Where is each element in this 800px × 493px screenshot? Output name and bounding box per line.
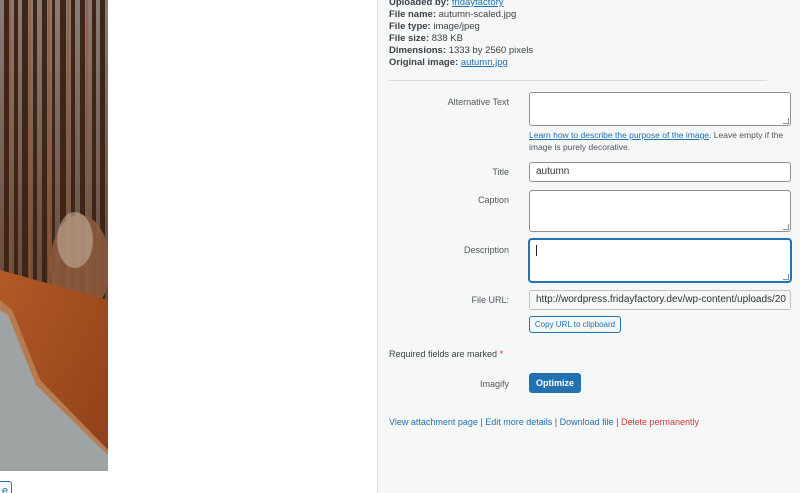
imagify-label: Imagify (479, 379, 509, 389)
title-label: Title (492, 167, 509, 177)
description-textarea[interactable] (529, 239, 791, 282)
file-size-value: 838 KB (431, 33, 463, 44)
download-file-link[interactable]: Download file (560, 417, 614, 427)
edit-image-button[interactable]: e (0, 481, 12, 493)
original-image-link[interactable]: autumn.jpg (461, 57, 508, 68)
attachment-actions: View attachment page | Edit more details… (389, 417, 699, 427)
edit-details-link[interactable]: Edit more details (485, 417, 552, 427)
alt-text-help: Learn how to describe the purpose of the… (529, 129, 794, 153)
file-type-row: File type: image/jpeg (389, 21, 533, 33)
dimensions-value: 1333 by 2560 pixels (448, 45, 534, 56)
text-caret (536, 245, 537, 256)
description-label: Description (463, 245, 509, 255)
required-star: * (499, 349, 504, 359)
action-separator: | (613, 417, 621, 427)
optimize-button[interactable]: Optimize (529, 373, 581, 393)
resize-handle-icon[interactable] (783, 274, 789, 280)
dimensions-row: Dimensions: 1333 by 2560 pixels (389, 45, 533, 57)
title-input[interactable]: autumn (529, 162, 791, 182)
caption-label: Caption (477, 195, 509, 205)
original-image-label: Original image: (389, 57, 459, 68)
resize-handle-icon[interactable] (783, 224, 789, 230)
autumn-forest-image (0, 0, 108, 471)
file-name-value: autumn-scaled.jpg (438, 9, 517, 20)
file-url-input[interactable]: http://wordpress.fridayfactory.dev/wp-co… (529, 290, 791, 310)
original-image-row: Original image: autumn.jpg (389, 57, 533, 69)
uploaded-by-link[interactable]: fridayfactory (452, 0, 504, 8)
uploaded-by-label: Uploaded by: (389, 0, 450, 8)
alt-text-label: Alternative Text (447, 97, 509, 107)
file-info: Uploaded by: fridayfactory File name: au… (389, 0, 533, 69)
delete-permanently-link[interactable]: Delete permanently (621, 417, 699, 427)
resize-handle-icon[interactable] (783, 118, 789, 124)
action-separator: | (552, 417, 560, 427)
alt-text-help-link[interactable]: Learn how to describe the purpose of the… (529, 130, 709, 140)
file-type-value: image/jpeg (433, 21, 480, 32)
required-fields-note: Required fields are marked * (389, 349, 503, 359)
file-name-label: File name: (389, 9, 436, 20)
file-type-label: File type: (389, 21, 431, 32)
uploaded-by-row: Uploaded by: fridayfactory (389, 0, 533, 9)
required-fields-text: Required fields are marked (389, 349, 498, 359)
attachment-details-panel: Uploaded by: fridayfactory File name: au… (377, 0, 800, 493)
caption-textarea[interactable] (529, 190, 791, 232)
file-url-label: File URL: (471, 295, 509, 305)
view-attachment-link[interactable]: View attachment page (389, 417, 478, 427)
alt-text-textarea[interactable] (529, 92, 791, 126)
divider (389, 80, 767, 81)
dimensions-label: Dimensions: (389, 45, 447, 56)
copy-url-button[interactable]: Copy URL to clipboard (529, 316, 621, 333)
file-size-label: File size: (389, 33, 430, 44)
file-size-row: File size: 838 KB (389, 33, 533, 45)
attachment-image-preview (0, 0, 108, 471)
file-name-row: File name: autumn-scaled.jpg (389, 9, 533, 21)
